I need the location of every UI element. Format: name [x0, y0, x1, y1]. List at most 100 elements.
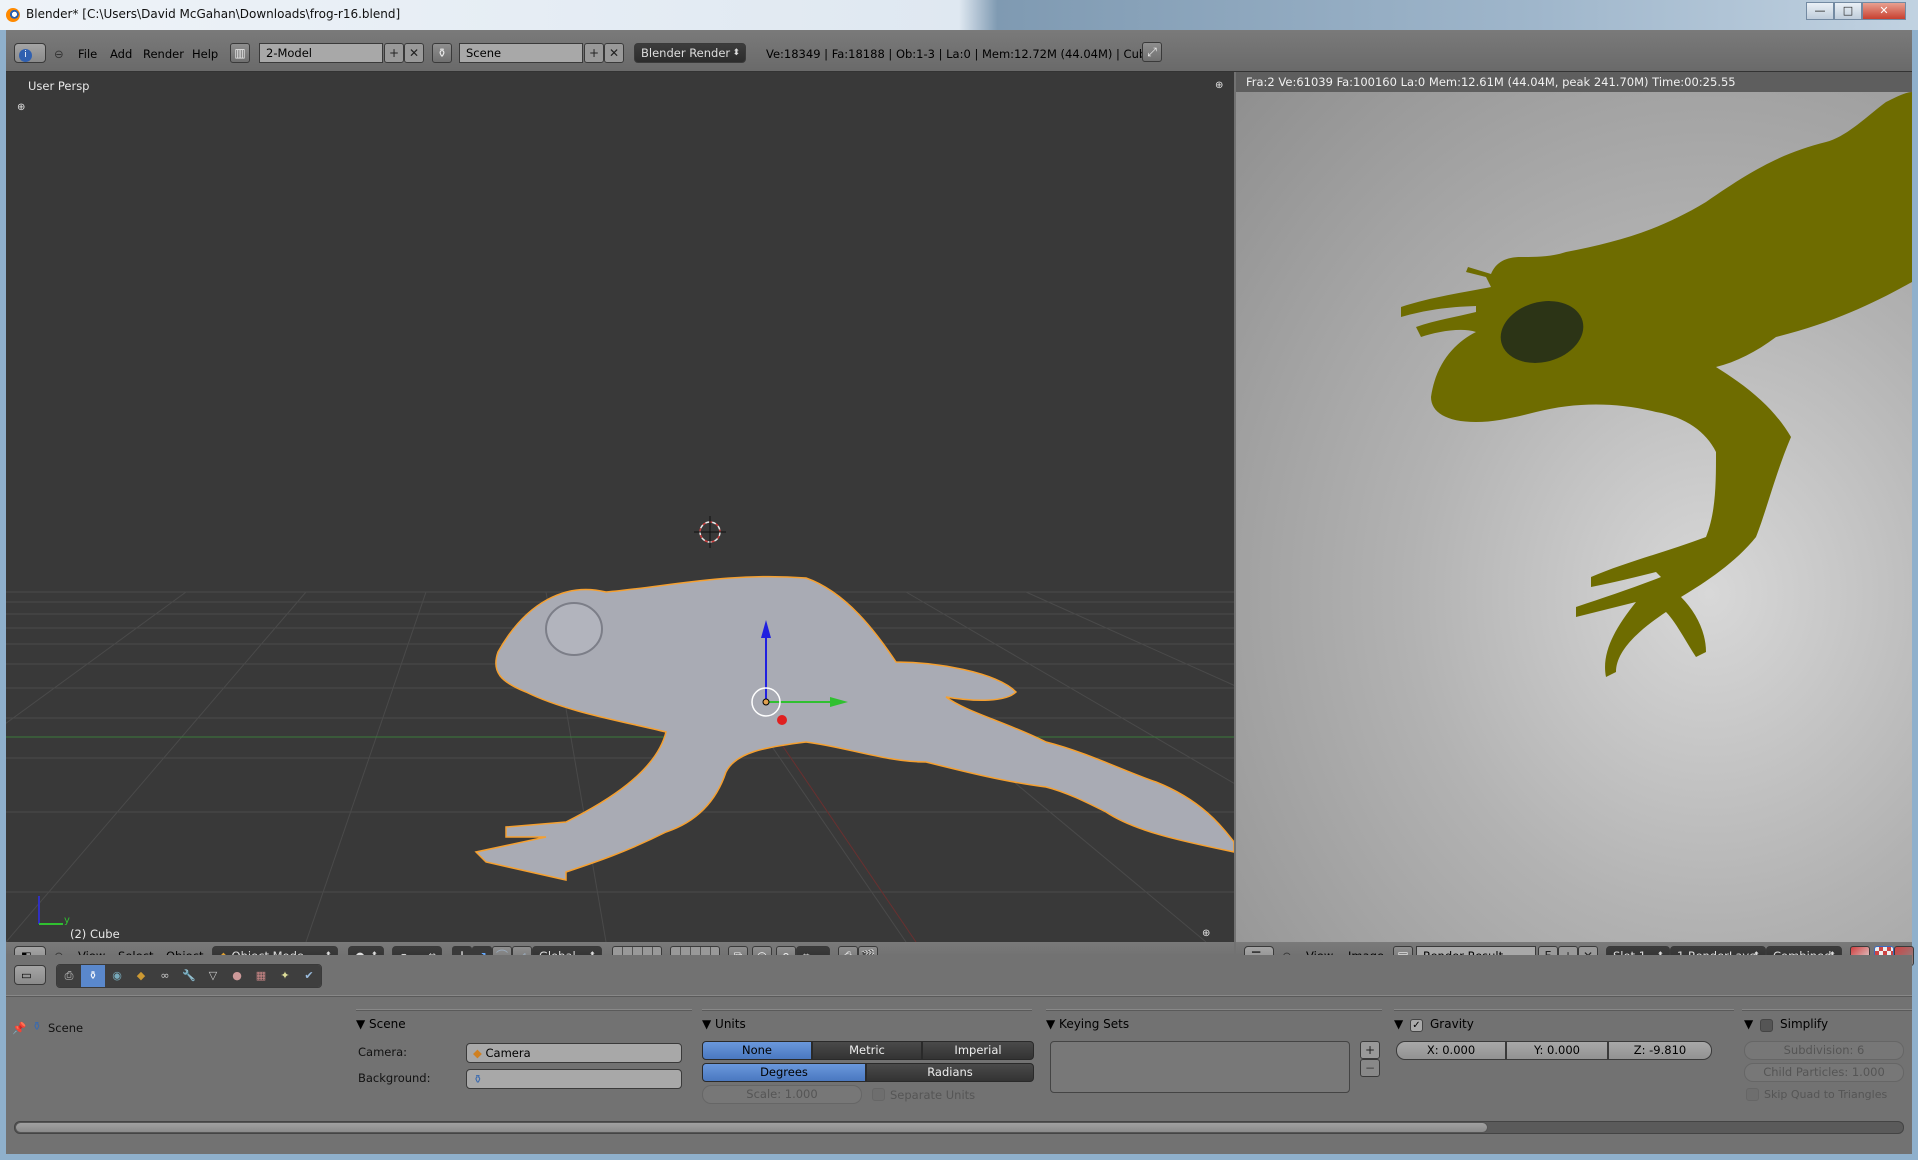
- scene-panel-top: [356, 1009, 692, 1011]
- image-editor[interactable]: Fra:2 Ve:61039 Fa:100160 La:0 Mem:12.61M…: [1236, 72, 1912, 942]
- keying-panel-top: [1046, 1009, 1382, 1011]
- unit-system-none[interactable]: None: [702, 1041, 812, 1060]
- gravity-panel-top: [1394, 1009, 1734, 1011]
- render-result-image: [1401, 92, 1912, 677]
- add-scene-button[interactable]: +: [584, 43, 604, 63]
- material-tab-icon[interactable]: ●: [225, 965, 249, 987]
- render-engine-label: Blender Render: [641, 46, 731, 60]
- gravity-panel-title: Gravity: [1430, 1017, 1474, 1031]
- unit-system-imperial[interactable]: Imperial: [922, 1041, 1034, 1060]
- maximize-button[interactable]: □: [1834, 2, 1862, 20]
- constraints-tab-icon[interactable]: ∞: [153, 965, 177, 987]
- delete-screen-button[interactable]: ✕: [404, 43, 424, 63]
- scene-field[interactable]: Scene: [459, 43, 583, 63]
- updown-arrow-icon: ⬍: [732, 48, 740, 58]
- scene-icon: ⚱: [473, 1072, 483, 1086]
- editor-type-properties-button[interactable]: ▭: [14, 965, 46, 985]
- screen-layout-field[interactable]: 2-Model: [259, 43, 383, 63]
- fullscreen-toggle-icon[interactable]: ⤢: [1142, 42, 1162, 62]
- frog-eye: [545, 602, 603, 656]
- gravity-z-field[interactable]: Z: -9.810: [1608, 1041, 1712, 1060]
- modifiers-tab-icon[interactable]: 🔧: [177, 965, 201, 987]
- active-object-label: (2) Cube: [70, 927, 120, 941]
- gravity-x-field[interactable]: X: 0.000: [1396, 1041, 1506, 1060]
- render-engine-dropdown[interactable]: Blender Render ⬍: [634, 43, 746, 63]
- blender-app: i ⊖ File Add Render Help ▥ 2-Model + ✕ ⚱…: [6, 30, 1914, 1154]
- menu-render[interactable]: Render: [143, 44, 184, 64]
- scene-stats: Ve:18349 | Fa:18188 | Ob:1-3 | La:0 | Me…: [766, 47, 1154, 61]
- menu-add[interactable]: Add: [110, 44, 132, 64]
- separate-units-checkbox[interactable]: [872, 1088, 885, 1101]
- blender-logo-icon: [6, 8, 20, 22]
- pin-icon[interactable]: 📌: [12, 1021, 26, 1035]
- horizontal-scrollbar-track[interactable]: [14, 1121, 1904, 1134]
- frog-mesh[interactable]: [474, 575, 1234, 881]
- add-screen-button[interactable]: +: [384, 43, 404, 63]
- units-panel-header[interactable]: ▼ Units: [702, 1017, 746, 1031]
- gravity-panel-header[interactable]: ▼: [1394, 1017, 1403, 1031]
- remove-keying-set-button[interactable]: −: [1360, 1059, 1380, 1077]
- physics-tab-icon[interactable]: ✔: [297, 965, 321, 987]
- horizontal-scrollbar-thumb[interactable]: [15, 1122, 1488, 1133]
- camera-field[interactable]: ◆ Camera: [466, 1043, 682, 1063]
- particles-tab-icon[interactable]: ✦: [273, 965, 297, 987]
- scene-icon[interactable]: ⚱: [432, 43, 452, 63]
- simplify-panel-top: [1742, 1009, 1912, 1011]
- keying-sets-list[interactable]: [1050, 1041, 1350, 1093]
- window-titlebar: Blender* [C:\Users\David McGahan\Downloa…: [0, 0, 1918, 30]
- 3d-cursor-icon[interactable]: [694, 516, 726, 548]
- simplify-panel-title: Simplify: [1780, 1017, 1829, 1031]
- units-panel-title: Units: [715, 1017, 746, 1031]
- scene-panel-header[interactable]: ▼ Scene: [356, 1017, 406, 1031]
- units-panel-top: [702, 1009, 1032, 1011]
- minimize-button[interactable]: —: [1806, 2, 1834, 20]
- menu-help[interactable]: Help: [192, 44, 218, 64]
- scene-tab-icon[interactable]: ⚱: [81, 965, 105, 987]
- toolshelf-toggle-icon[interactable]: ⊕: [17, 102, 25, 113]
- data-tab-icon[interactable]: ▽: [201, 965, 225, 987]
- viewport-scene: [6, 516, 1234, 942]
- unit-system-metric[interactable]: Metric: [812, 1041, 922, 1060]
- properties-toggle-icon[interactable]: ⊕: [1215, 80, 1223, 91]
- unit-scale-field[interactable]: Scale: 1.000: [702, 1085, 862, 1104]
- object-tab-icon[interactable]: ◆: [129, 965, 153, 987]
- simplify-checkbox[interactable]: [1760, 1019, 1773, 1032]
- properties-editor: ▭ ⎙ ⚱ ◉ ◆ ∞ 🔧 ▽ ● ▦ ✦ ✔ 📌 ⚱ Scene ▼ Scen…: [6, 955, 1912, 1154]
- texture-tab-icon[interactable]: ▦: [249, 965, 273, 987]
- gravity-y-field[interactable]: Y: 0.000: [1506, 1041, 1608, 1060]
- rendered-frog: [1401, 92, 1912, 677]
- separate-units-label: Separate Units: [890, 1088, 976, 1102]
- simplify-panel-header[interactable]: ▼: [1744, 1017, 1753, 1031]
- info-icon: i: [19, 49, 32, 62]
- view-name-label: User Persp: [28, 79, 90, 93]
- add-keying-set-button[interactable]: +: [1360, 1041, 1380, 1059]
- background-label: Background:: [358, 1071, 431, 1085]
- 3d-viewport[interactable]: User Persp ⊕ ⊕ y (2) Cube ⊕: [6, 72, 1234, 942]
- render-info-bar: Fra:2 Ve:61039 Fa:100160 La:0 Mem:12.61M…: [1236, 72, 1912, 92]
- keying-sets-panel-header[interactable]: ▼ Keying Sets: [1046, 1017, 1129, 1031]
- screen-layout-icon[interactable]: ▥: [230, 43, 250, 63]
- axis-y-label: y: [64, 915, 70, 926]
- properties-context-tabs: ⎙ ⚱ ◉ ◆ ∞ 🔧 ▽ ● ▦ ✦ ✔: [56, 964, 322, 988]
- camera-icon: ◆: [473, 1046, 482, 1060]
- scene-panel-title: Scene: [369, 1017, 406, 1031]
- editor-type-info-button[interactable]: i: [14, 43, 46, 63]
- simplify-child-particles-field[interactable]: Child Particles: 1.000: [1744, 1063, 1904, 1082]
- info-header: i ⊖ File Add Render Help ▥ 2-Model + ✕ ⚱…: [6, 30, 1912, 72]
- rotation-radians[interactable]: Radians: [866, 1063, 1034, 1082]
- background-scene-field[interactable]: ⚱: [466, 1069, 682, 1089]
- render-tab-icon[interactable]: ⎙: [57, 965, 81, 987]
- close-button[interactable]: ✕: [1862, 2, 1906, 20]
- header-separator: [6, 995, 1912, 997]
- corner-widget-icon[interactable]: ⊕: [1202, 928, 1210, 939]
- skip-quad-label: Skip Quad to Triangles: [1764, 1088, 1888, 1101]
- simplify-subdivision-field[interactable]: Subdivision: 6: [1744, 1041, 1904, 1060]
- gravity-checkbox[interactable]: ✓: [1410, 1019, 1423, 1032]
- menu-file[interactable]: File: [78, 44, 97, 64]
- window-title: Blender* [C:\Users\David McGahan\Downloa…: [26, 7, 401, 21]
- skip-quad-checkbox[interactable]: [1746, 1088, 1759, 1101]
- delete-scene-button[interactable]: ✕: [604, 43, 624, 63]
- world-tab-icon[interactable]: ◉: [105, 965, 129, 987]
- collapse-menu-icon[interactable]: ⊖: [54, 44, 64, 64]
- rotation-degrees[interactable]: Degrees: [702, 1063, 866, 1082]
